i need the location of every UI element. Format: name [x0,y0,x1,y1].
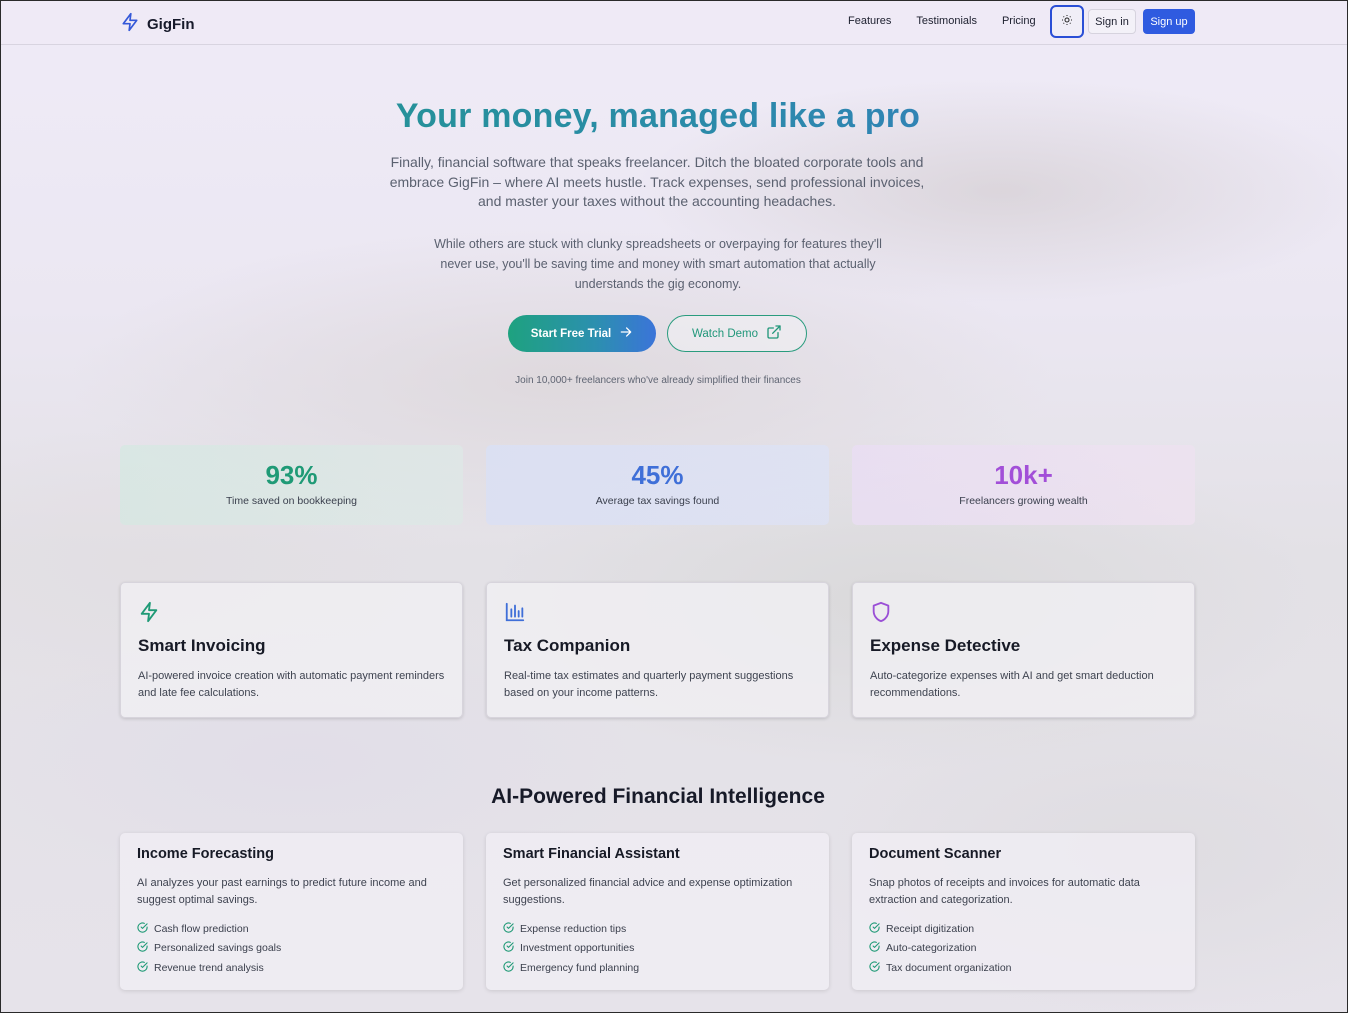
main-nav: Features Testimonials Pricing [848,15,1036,27]
check-circle-icon [869,961,880,975]
shield-icon [870,601,892,628]
external-link-icon [766,324,782,343]
lightning-logo-icon [120,11,140,38]
ai-card-feature-list: Cash flow prediction Personalized saving… [137,919,281,978]
ai-card-income-forecasting: Income Forecasting AI analyzes your past… [120,833,463,990]
check-circle-icon [137,961,148,975]
feature-title: Tax Companion [504,636,631,655]
logo[interactable]: GigFin [120,11,195,38]
feature-card-smart-invoicing[interactable]: Smart Invoicing AI-powered invoice creat… [120,582,463,718]
arrow-right-icon [619,325,633,342]
list-item: Expense reduction tips [503,919,639,939]
nav-testimonials[interactable]: Testimonials [916,15,977,27]
list-item-label: Investment opportunities [520,942,635,955]
ai-card-title: Document Scanner [869,846,1002,862]
top-nav-bar: GigFin Features Testimonials Pricing Sig… [1,1,1347,45]
stat-value: 45% [631,460,684,490]
sun-icon [1061,13,1073,31]
list-item-label: Expense reduction tips [520,922,627,935]
ai-card-title: Income Forecasting [137,846,274,862]
check-circle-icon [503,941,514,955]
list-item: Cash flow prediction [137,919,281,939]
ai-card-smart-financial-assistant: Smart Financial Assistant Get personaliz… [486,833,829,990]
ai-card-title: Smart Financial Assistant [503,846,680,862]
watch-demo-button[interactable]: Watch Demo [667,315,807,352]
theme-toggle-button[interactable] [1050,5,1084,38]
start-free-trial-label: Start Free Trial [530,327,612,340]
hero-title: Your money, managed like a pro [1,97,1315,136]
start-free-trial-button[interactable]: Start Free Trial [508,315,656,352]
check-circle-icon [869,941,880,955]
feature-description: AI-powered invoice creation with automat… [138,670,445,699]
nav-pricing[interactable]: Pricing [1002,15,1036,27]
list-item: Receipt digitization [869,919,1012,939]
stat-label: Freelancers growing wealth [959,495,1088,507]
sign-up-button[interactable]: Sign up [1143,9,1195,34]
list-item: Personalized savings goals [137,939,281,959]
check-circle-icon [137,941,148,955]
ai-card-description: Snap photos of receipts and invoices for… [869,877,1140,906]
ai-card-feature-list: Receipt digitization Auto-categorization… [869,919,1012,978]
feature-title: Expense Detective [870,636,1021,655]
hero-subdescription: While others are stuck with clunky sprea… [434,237,882,291]
list-item: Auto-categorization [869,939,1012,959]
bar-chart-icon [504,601,526,628]
hero-description: Finally, financial software that speaks … [389,154,925,209]
ai-section-title: AI-Powered Financial Intelligence [491,785,825,808]
list-item-label: Emergency fund planning [520,961,640,974]
list-item: Emergency fund planning [503,958,639,978]
ai-card-description: Get personalized financial advice and ex… [503,877,793,906]
stat-value: 93% [265,460,318,490]
logo-text: GigFin [147,16,195,33]
sign-in-button[interactable]: Sign in [1088,9,1136,34]
feature-description: Auto-categorize expenses with AI and get… [870,670,1154,699]
list-item: Revenue trend analysis [137,958,281,978]
stat-value: 10k+ [994,460,1053,490]
nav-features[interactable]: Features [848,15,891,27]
stat-card-time-saved: 93% Time saved on bookkeeping [120,445,463,525]
watch-demo-label: Watch Demo [691,327,759,340]
list-item-label: Cash flow prediction [154,922,249,935]
list-item-label: Auto-categorization [886,942,977,955]
feature-card-expense-detective[interactable]: Expense Detective Auto-categorize expens… [852,582,1195,718]
ai-card-description: AI analyzes your past earnings to predic… [137,877,427,906]
stat-card-freelancers: 10k+ Freelancers growing wealth [852,445,1195,525]
stat-label: Average tax savings found [595,495,720,507]
list-item-label: Personalized savings goals [154,942,282,955]
ai-card-feature-list: Expense reduction tips Investment opport… [503,919,639,978]
ai-card-document-scanner: Document Scanner Snap photos of receipts… [852,833,1195,990]
check-circle-icon [869,922,880,936]
stat-card-tax-savings: 45% Average tax savings found [486,445,829,525]
list-item: Investment opportunities [503,939,639,959]
stat-label: Time saved on bookkeeping [226,495,357,507]
page: GigFin Features Testimonials Pricing Sig… [0,0,1348,1013]
list-item: Tax document organization [869,958,1012,978]
check-circle-icon [503,961,514,975]
list-item-label: Tax document organization [886,961,1012,974]
social-proof-text: Join 10,000+ freelancers who've already … [515,375,801,386]
list-item-label: Revenue trend analysis [154,961,264,974]
check-circle-icon [503,922,514,936]
list-item-label: Receipt digitization [886,922,975,935]
feature-title: Smart Invoicing [138,636,266,655]
lightning-icon [138,601,160,628]
check-circle-icon [137,922,148,936]
feature-description: Real-time tax estimates and quarterly pa… [504,670,794,699]
feature-card-tax-companion[interactable]: Tax Companion Real-time tax estimates an… [486,582,829,718]
